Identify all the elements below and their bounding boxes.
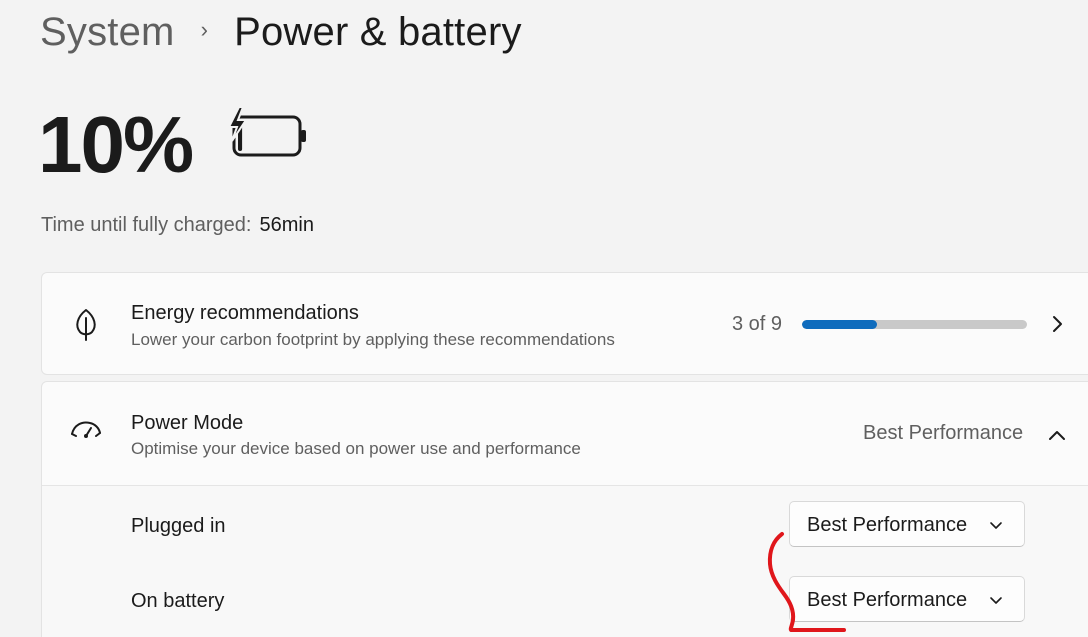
on-battery-label: On battery: [131, 590, 225, 612]
charge-time-value: 56min: [259, 214, 314, 236]
charge-time-label: Time until fully charged:: [41, 214, 252, 236]
battery-status: 10%: [38, 100, 308, 190]
chevron-down-icon: [990, 597, 1002, 604]
power-mode-settings-panel: Plugged in Best Performance On battery B…: [42, 486, 1088, 637]
gauge-icon: [71, 421, 101, 438]
breadcrumb-system-link[interactable]: System: [40, 10, 175, 55]
chevron-right-icon[interactable]: [1047, 314, 1067, 334]
charge-time-status: Time until fully charged: 56min: [41, 214, 314, 237]
power-mode-subtitle: Optimise your device based on power use …: [131, 439, 581, 458]
breadcrumb-separator: ›: [200, 17, 209, 42]
leaf-icon: [76, 309, 96, 341]
battery-charging-icon: [227, 107, 307, 157]
power-mode-current-value: Best Performance: [863, 422, 1024, 444]
on-battery-selected-value: Best Performance: [807, 589, 968, 611]
plugged-in-label: Plugged in: [131, 515, 226, 537]
page-title: Power & battery: [234, 9, 522, 54]
energy-recommendations-card[interactable]: Energy recommendations Lower your carbon…: [41, 272, 1088, 375]
recommendations-progress-bar: [802, 320, 1027, 329]
plugged-in-power-mode-dropdown[interactable]: Best Performance: [789, 501, 1025, 547]
recommendations-progress-fill: [802, 320, 877, 329]
power-mode-card: Power Mode Optimise your device based on…: [41, 381, 1088, 637]
battery-percent: 10%: [38, 100, 194, 189]
power-mode-title: Power Mode: [131, 412, 244, 434]
chevron-down-icon: [990, 522, 1002, 529]
recommendations-progress-count: 3 of 9: [732, 313, 783, 335]
breadcrumb: System › Power & battery: [40, 4, 522, 60]
energy-recommendations-subtitle: Lower your carbon footprint by applying …: [131, 330, 615, 349]
on-battery-power-mode-dropdown[interactable]: Best Performance: [789, 576, 1025, 622]
energy-recommendations-title: Energy recommendations: [131, 302, 359, 324]
chevron-up-icon[interactable]: [1047, 425, 1067, 445]
plugged-in-selected-value: Best Performance: [807, 514, 968, 536]
